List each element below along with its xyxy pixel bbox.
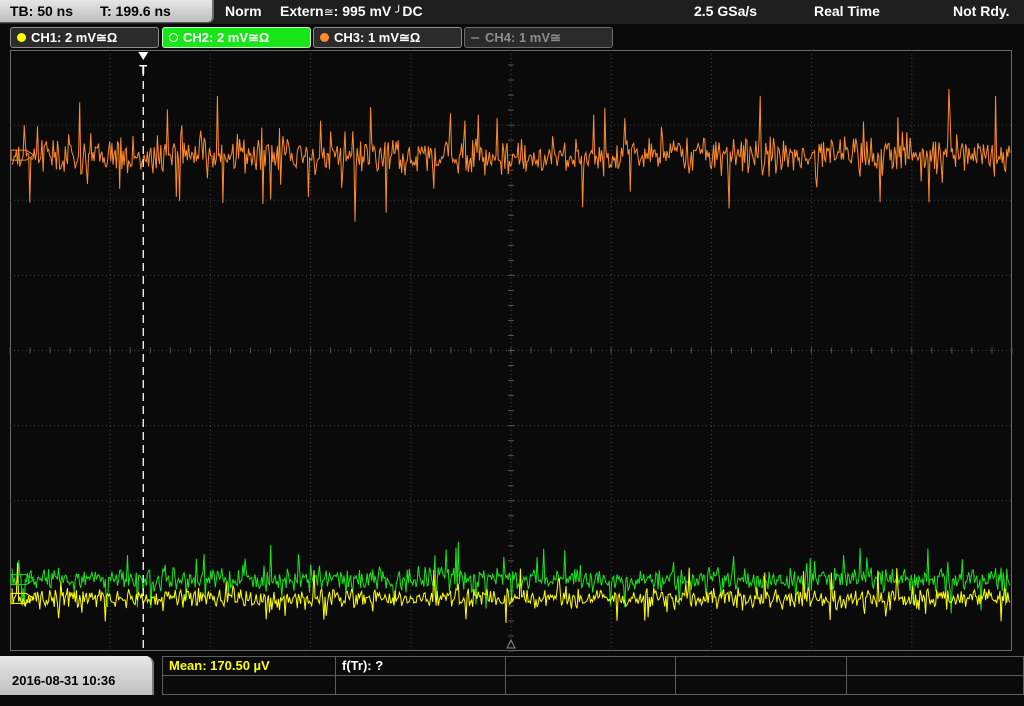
timebase-box[interactable]: TB: 50 ns T: 199.6 ns xyxy=(0,0,214,23)
trigger-coupling: DC xyxy=(402,3,423,19)
trigger-source: Extern xyxy=(280,3,324,19)
trigger-time-value: T: 199.6 ns xyxy=(100,3,171,19)
channel-2-button[interactable]: CH2: 2 mV≅Ω xyxy=(162,27,311,48)
channel-4-label: CH4: 1 mV≅ xyxy=(485,30,561,45)
status-bar: TB: 50 ns T: 199.6 ns Norm Extern≅: 995 … xyxy=(0,0,1024,24)
measurement-slot-9[interactable] xyxy=(675,676,847,695)
channel-1-label: CH1: 2 mV≅Ω xyxy=(31,30,118,45)
date-time-box[interactable]: 2016-08-31 10:36 xyxy=(0,656,154,695)
graticule xyxy=(9,50,1013,652)
waveform-display[interactable]: T xyxy=(0,50,1024,655)
channel-2-color-dot xyxy=(169,33,178,42)
date-time: 2016-08-31 10:36 xyxy=(12,673,116,688)
measurement-mean[interactable]: Mean: 170.50 µV xyxy=(162,656,336,676)
measurement-slot-3[interactable] xyxy=(505,656,676,676)
channel-4-button[interactable]: CH4: 1 mV≅ xyxy=(464,27,613,48)
measurement-slot-8[interactable] xyxy=(505,676,676,695)
waveform-canvas[interactable]: T xyxy=(0,50,1024,655)
trigger-marker-label: T xyxy=(139,62,147,77)
acquisition-state: Not Rdy. xyxy=(953,3,1010,19)
measurement-panel[interactable]: Mean: 170.50 µV f(Tr): ? xyxy=(162,656,1024,695)
ac-dc-coupling-icon: ≅ xyxy=(323,5,334,19)
channel-2-label: CH2: 2 mV≅Ω xyxy=(183,30,270,45)
trigger-position-arrow-icon[interactable] xyxy=(138,52,149,60)
channel-3-label: CH3: 1 mV≅Ω xyxy=(334,30,421,45)
measurement-slot-6[interactable] xyxy=(162,676,336,695)
measurement-slot-10[interactable] xyxy=(846,676,1024,695)
measurement-f-tr[interactable]: f(Tr): ? xyxy=(335,656,506,676)
channel-3-button[interactable]: CH3: 1 mV≅Ω xyxy=(313,27,462,48)
sample-rate[interactable]: 2.5 GSa/s xyxy=(694,0,757,23)
measurement-slot-4[interactable] xyxy=(675,656,847,676)
measurement-slot-7[interactable] xyxy=(335,676,506,695)
measurement-slot-5[interactable] xyxy=(846,656,1024,676)
timebase-value: TB: 50 ns xyxy=(10,3,74,19)
acquisition-mode[interactable]: Real Time xyxy=(814,0,880,23)
channel-3-color-dot xyxy=(320,33,329,42)
trigger-mode[interactable]: Norm xyxy=(225,0,262,23)
channel-4-color-dot xyxy=(471,37,479,39)
trigger-setting[interactable]: Extern≅: 995 mV ╯DC xyxy=(280,0,423,24)
channel-1-color-dot xyxy=(17,33,26,42)
markers: T xyxy=(10,52,516,651)
trigger-level: : 995 mV xyxy=(333,3,392,19)
channel-1-button[interactable]: CH1: 2 mV≅Ω xyxy=(10,27,159,48)
